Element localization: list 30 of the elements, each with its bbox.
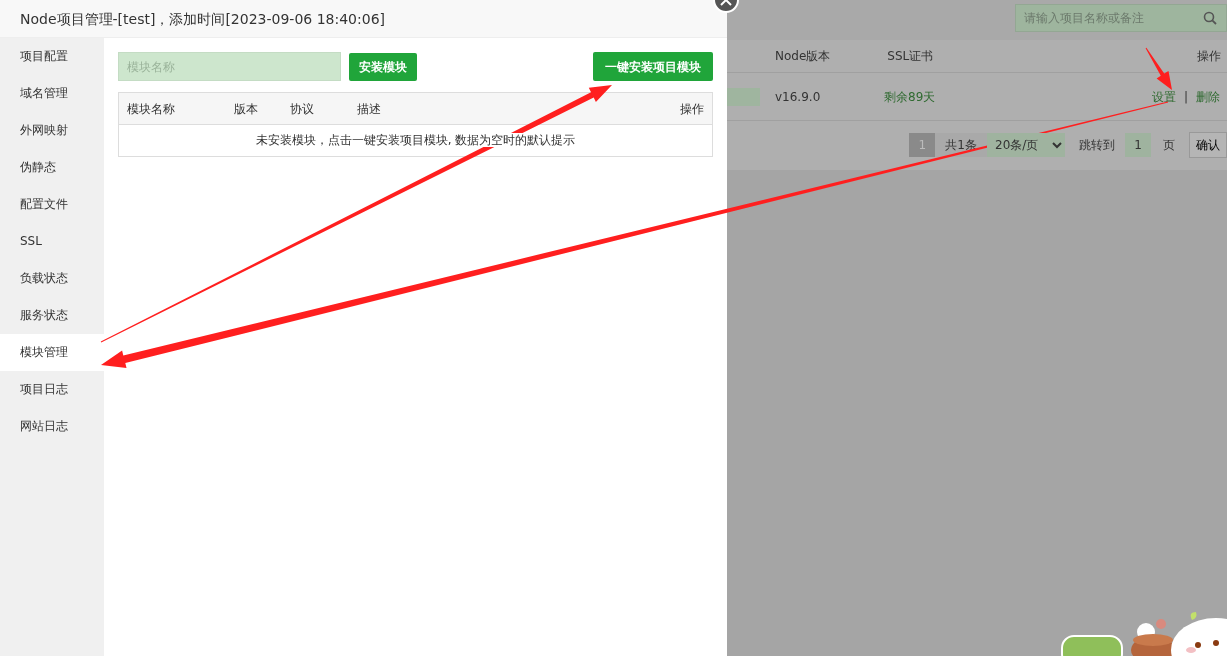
- table-cell-text: v16.9.0: [775, 88, 822, 106]
- page-unit: 页: [1163, 137, 1175, 154]
- column-header: 操作: [680, 100, 704, 118]
- sidebar-item[interactable]: 负载状态: [0, 260, 104, 297]
- column-header: 版本: [234, 100, 259, 118]
- separator-text: |: [1183, 88, 1188, 106]
- total-count: 共1条: [935, 133, 987, 157]
- confirm-button[interactable]: 确认: [1189, 132, 1227, 158]
- sidebar-item[interactable]: 网站日志: [0, 408, 104, 445]
- column-header: 描述: [357, 100, 381, 118]
- page-size-select[interactable]: 20条/页: [987, 133, 1065, 157]
- sidebar-item[interactable]: 项目日志: [0, 371, 104, 408]
- table-cell-text: 剩余89天: [884, 88, 936, 106]
- modal-title: Node项目管理-[test]，添加时间[2023-09-06 18:40:06]: [20, 11, 385, 27]
- sidebar-item[interactable]: 伪静态: [0, 149, 104, 186]
- column-header: 协议: [290, 100, 315, 118]
- sidebar-item[interactable]: 项目配置: [0, 38, 104, 75]
- column-header: 操作: [1197, 48, 1221, 65]
- jump-label: 跳转到: [1079, 137, 1115, 154]
- page-input[interactable]: 1: [1125, 133, 1151, 157]
- column-header: 模块名称: [127, 100, 176, 118]
- empty-message: 未安装模块，点击一键安装项目模块, 数据为空时的默认提示: [255, 133, 576, 147]
- sidebar-item[interactable]: 模块管理: [0, 334, 104, 371]
- column-header: Node版本: [775, 48, 831, 65]
- column-header: SSL证书: [887, 48, 934, 65]
- sidebar-item[interactable]: 配置文件: [0, 186, 104, 223]
- sidebar-item[interactable]: 服务状态: [0, 297, 104, 334]
- sidebar-item[interactable]: 域名管理: [0, 75, 104, 112]
- sidebar-item[interactable]: 外网映射: [0, 112, 104, 149]
- sidebar-item[interactable]: SSL: [0, 223, 104, 260]
